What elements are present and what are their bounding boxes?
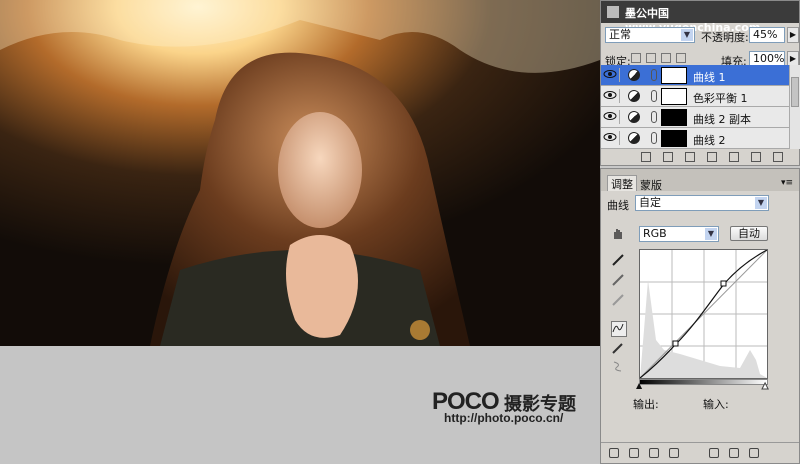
curves-adjustment-icon	[628, 132, 640, 144]
input-label: 输入:	[703, 398, 729, 411]
panel-menu-icon[interactable]: ▾≡	[781, 178, 793, 188]
view-previous-icon[interactable]	[709, 448, 719, 458]
lock-icons	[631, 53, 691, 65]
tab-masks[interactable]: 蒙版	[637, 177, 665, 193]
layer-name: 色彩平衡 1	[693, 92, 748, 105]
curves-graph[interactable]	[639, 249, 768, 379]
preset-select[interactable]: 自定 ▼	[635, 195, 769, 211]
link-icon[interactable]	[651, 90, 657, 102]
layer-mask-thumbnail[interactable]	[661, 109, 687, 126]
layer-row-curves-2-copy[interactable]: 曲线 2 副本	[601, 107, 789, 128]
lock-all-icon[interactable]	[676, 53, 686, 63]
pencil-tool-icon[interactable]	[611, 341, 625, 355]
link-layers-icon[interactable]	[641, 152, 651, 162]
link-icon[interactable]	[651, 69, 657, 81]
eyedropper-gray-icon[interactable]	[611, 273, 625, 287]
layers-scrollbar[interactable]	[789, 65, 800, 149]
photo-canvas[interactable]	[0, 0, 600, 346]
eyedropper-black-icon[interactable]	[611, 253, 625, 267]
output-label: 输出:	[633, 398, 659, 411]
fx-icon[interactable]	[663, 152, 673, 162]
chevron-down-icon[interactable]: ▼	[755, 197, 767, 209]
blend-mode-select[interactable]: 正常 ▼	[605, 27, 695, 43]
input-gradient-bar	[639, 379, 768, 385]
mask-icon[interactable]	[649, 448, 659, 458]
eye-icon[interactable]	[603, 89, 620, 103]
adjustment-type-label: 曲线	[607, 199, 629, 212]
eye-icon[interactable]	[603, 68, 620, 82]
curve-point-tool-icon[interactable]	[611, 321, 627, 337]
blend-mode-value: 正常	[609, 28, 631, 41]
curves-adjustment-icon	[628, 111, 640, 123]
opacity-input[interactable]: 45%	[749, 27, 785, 43]
layers-panel: 墨公中国 www.yugonchina.com 正常 ▼ 不透明度: 45% ▶…	[600, 0, 800, 166]
watermark-url: http://photo.poco.cn/	[444, 411, 564, 425]
channel-value: RGB	[643, 227, 667, 240]
layer-name: 曲线 2	[693, 134, 726, 147]
scrollbar-thumb[interactable]	[791, 77, 799, 107]
layer-row-curves-2[interactable]: 曲线 2	[601, 128, 789, 149]
layer-row-color-balance-1[interactable]: 色彩平衡 1	[601, 86, 789, 107]
opacity-slider-arrow-icon[interactable]: ▶	[787, 27, 799, 43]
channel-select[interactable]: RGB ▼	[639, 226, 719, 242]
tab-adjustments[interactable]: 调整	[607, 175, 637, 191]
link-icon[interactable]	[651, 111, 657, 123]
layer-mask-thumbnail[interactable]	[661, 88, 687, 105]
adjustments-panel: 调整 蒙版 ▾≡ 曲线 自定 ▼ RGB ▼ 自动 ▲ ▲ 输出: 输入:	[600, 168, 800, 464]
chevron-down-icon[interactable]: ▼	[705, 228, 717, 240]
back-arrow-icon[interactable]	[609, 448, 619, 458]
black-point-slider-icon[interactable]: ▲	[636, 381, 642, 390]
preset-value: 自定	[639, 196, 661, 209]
layers-toolbar	[601, 149, 799, 165]
panel-tab-icon[interactable]	[607, 6, 619, 18]
eye-icon[interactable]	[603, 131, 620, 145]
layer-name: 曲线 2 副本	[693, 113, 751, 126]
trash-icon[interactable]	[773, 152, 783, 162]
adjustments-bottom-toolbar	[601, 442, 799, 463]
smooth-curve-icon[interactable]	[611, 359, 625, 373]
layer-row-curves-1[interactable]: 曲线 1	[601, 65, 789, 86]
auto-button[interactable]: 自动	[730, 226, 768, 241]
curves-adjustment-icon	[628, 69, 640, 81]
link-icon[interactable]	[651, 132, 657, 144]
eyedropper-white-icon[interactable]	[611, 293, 625, 307]
hand-target-icon[interactable]	[611, 226, 625, 240]
clip-to-layer-icon[interactable]	[629, 448, 639, 458]
reset-icon[interactable]	[729, 448, 739, 458]
layer-mask-thumbnail[interactable]	[661, 130, 687, 147]
chevron-down-icon[interactable]: ▼	[681, 29, 693, 41]
opacity-label: 不透明度:	[701, 31, 749, 44]
trash-icon[interactable]	[749, 448, 759, 458]
new-layer-icon[interactable]	[751, 152, 761, 162]
watermark: POCO 摄影专题 http://photo.poco.cn/	[432, 388, 602, 428]
new-adjustment-icon[interactable]	[707, 152, 717, 162]
new-group-icon[interactable]	[729, 152, 739, 162]
add-mask-icon[interactable]	[685, 152, 695, 162]
layers-panel-header: 墨公中国 www.yugonchina.com	[601, 1, 799, 34]
lock-position-icon[interactable]	[661, 53, 671, 63]
color-balance-adjustment-icon	[628, 90, 640, 102]
adjustments-tabbar: 调整 蒙版 ▾≡	[601, 169, 799, 193]
visibility-eye-icon[interactable]	[669, 448, 679, 458]
white-point-slider-icon[interactable]: ▲	[761, 381, 768, 391]
lock-pixels-icon[interactable]	[646, 53, 656, 63]
layer-name: 曲线 1	[693, 71, 726, 84]
eye-icon[interactable]	[603, 110, 620, 124]
portrait-photo	[0, 0, 600, 346]
layer-mask-thumbnail[interactable]	[661, 67, 687, 84]
lock-transparency-icon[interactable]	[631, 53, 641, 63]
